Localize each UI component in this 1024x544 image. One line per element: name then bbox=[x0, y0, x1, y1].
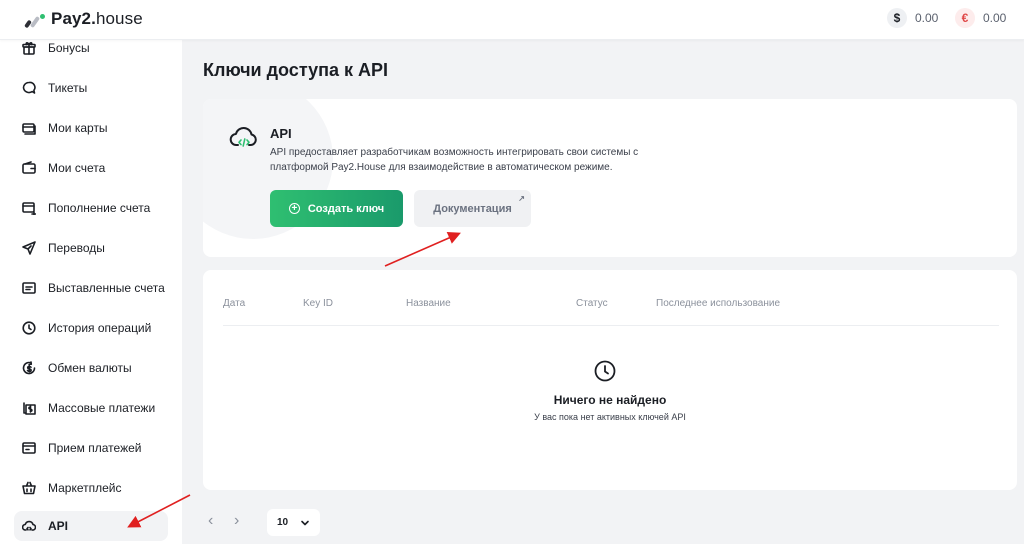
create-key-label: Создать ключ bbox=[307, 202, 385, 215]
table-divider bbox=[223, 325, 999, 326]
plus-circle-icon: + bbox=[288, 203, 300, 214]
sidebar-item-label: Бонусы bbox=[48, 41, 90, 55]
documentation-button[interactable]: Документация ↗ bbox=[414, 190, 531, 227]
empty-state-title: Ничего не найдено bbox=[553, 393, 667, 407]
api-info-card: API API предоставляет разработчикам возм… bbox=[203, 99, 1017, 257]
api-keys-table: Дата Key ID Название Статус Последнее ис… bbox=[203, 270, 1017, 490]
documentation-label: Документация bbox=[433, 202, 512, 215]
column-header-name[interactable]: Название bbox=[406, 298, 451, 309]
column-header-date[interactable]: Дата bbox=[223, 298, 245, 309]
wallet-icon bbox=[22, 161, 36, 175]
sidebar-item-label: Мои карты bbox=[48, 121, 108, 135]
sidebar-item-label: Обмен валюты bbox=[48, 361, 132, 375]
per-page-select[interactable]: 10 bbox=[267, 509, 320, 536]
balance-eur-amount: 0.00 bbox=[983, 11, 1007, 25]
logo-text: Pay2.house bbox=[51, 9, 143, 28]
cards-icon bbox=[22, 121, 36, 135]
sidebar-item-label: Маркетплейс bbox=[48, 481, 122, 495]
external-link-icon: ↗ bbox=[518, 194, 525, 203]
balance-usd-amount: 0.00 bbox=[915, 11, 939, 25]
dollar-icon: $ bbox=[887, 8, 907, 28]
sidebar-item-api[interactable]: API bbox=[14, 511, 168, 541]
clock-icon bbox=[594, 360, 616, 382]
prev-page-icon[interactable]: ‹ bbox=[208, 512, 213, 530]
sidebar-item-topup[interactable]: Пополнение счета bbox=[14, 193, 168, 223]
cloud-code-icon bbox=[229, 123, 259, 153]
balance-eur[interactable]: € 0.00 bbox=[955, 8, 1006, 28]
cloud-code-icon bbox=[22, 519, 36, 533]
create-key-button[interactable]: + Создать ключ bbox=[270, 190, 403, 227]
api-card-title: API bbox=[270, 126, 292, 141]
chat-icon bbox=[22, 81, 36, 95]
sidebar-item-label: API bbox=[48, 519, 69, 533]
gift-icon bbox=[22, 41, 36, 55]
sidebar-item-cards[interactable]: Мои карты bbox=[14, 113, 168, 143]
sidebar-item-transfers[interactable]: Переводы bbox=[14, 233, 168, 263]
sidebar-item-label: Прием платежей bbox=[48, 441, 142, 455]
sidebar-item-label: Выставленные счета bbox=[48, 281, 165, 295]
sidebar-item-label: Переводы bbox=[48, 241, 105, 255]
sidebar-item-exchange[interactable]: Обмен валюты bbox=[14, 353, 168, 383]
sidebar-item-marketplace[interactable]: Маркетплейс bbox=[14, 473, 168, 503]
logo[interactable]: Pay2.house bbox=[24, 9, 143, 29]
topup-icon bbox=[22, 201, 36, 215]
sidebar-item-label: История операций bbox=[48, 321, 152, 335]
next-page-icon[interactable]: › bbox=[234, 512, 239, 530]
column-header-last-used[interactable]: Последнее использование bbox=[656, 298, 780, 309]
mass-payments-icon bbox=[22, 401, 36, 415]
invoice-icon bbox=[22, 281, 36, 295]
top-header: Pay2.house $ 0.00 € 0.00 bbox=[0, 0, 1024, 40]
send-icon bbox=[22, 241, 36, 255]
column-header-key-id[interactable]: Key ID bbox=[303, 298, 333, 309]
sidebar-item-accounts[interactable]: Мои счета bbox=[14, 153, 168, 183]
sidebar-item-receive-payments[interactable]: Прием платежей bbox=[14, 433, 168, 463]
per-page-value: 10 bbox=[277, 517, 289, 528]
logo-mark-icon bbox=[24, 10, 45, 29]
euro-icon: € bbox=[955, 8, 975, 28]
column-header-status[interactable]: Статус bbox=[576, 298, 608, 309]
empty-state-subtitle: У вас пока нет активных ключей API bbox=[534, 412, 686, 422]
exchange-icon bbox=[22, 361, 36, 375]
sidebar-item-mass-payments[interactable]: Массовые платежи bbox=[14, 393, 168, 423]
sidebar-item-label: Мои счета bbox=[48, 161, 106, 175]
sidebar-item-tickets[interactable]: Тикеты bbox=[14, 73, 168, 103]
chevron-down-icon bbox=[301, 520, 309, 525]
page-title: Ключи доступа к API bbox=[203, 60, 388, 80]
sidebar-item-label: Пополнение счета bbox=[48, 201, 151, 215]
sidebar: Бонусы Тикеты Мои карты Мои счета Пополн… bbox=[0, 40, 182, 544]
sidebar-item-label: Тикеты bbox=[48, 81, 88, 95]
balance-usd[interactable]: $ 0.00 bbox=[887, 8, 938, 28]
api-card-description: API предоставляет разработчикам возможно… bbox=[270, 147, 639, 173]
history-icon bbox=[22, 321, 36, 335]
basket-icon bbox=[22, 481, 36, 495]
sidebar-item-label: Массовые платежи bbox=[48, 401, 156, 415]
sidebar-item-invoices[interactable]: Выставленные счета bbox=[14, 273, 168, 303]
sidebar-item-history[interactable]: История операций bbox=[14, 313, 168, 343]
receive-payments-icon bbox=[22, 441, 36, 455]
